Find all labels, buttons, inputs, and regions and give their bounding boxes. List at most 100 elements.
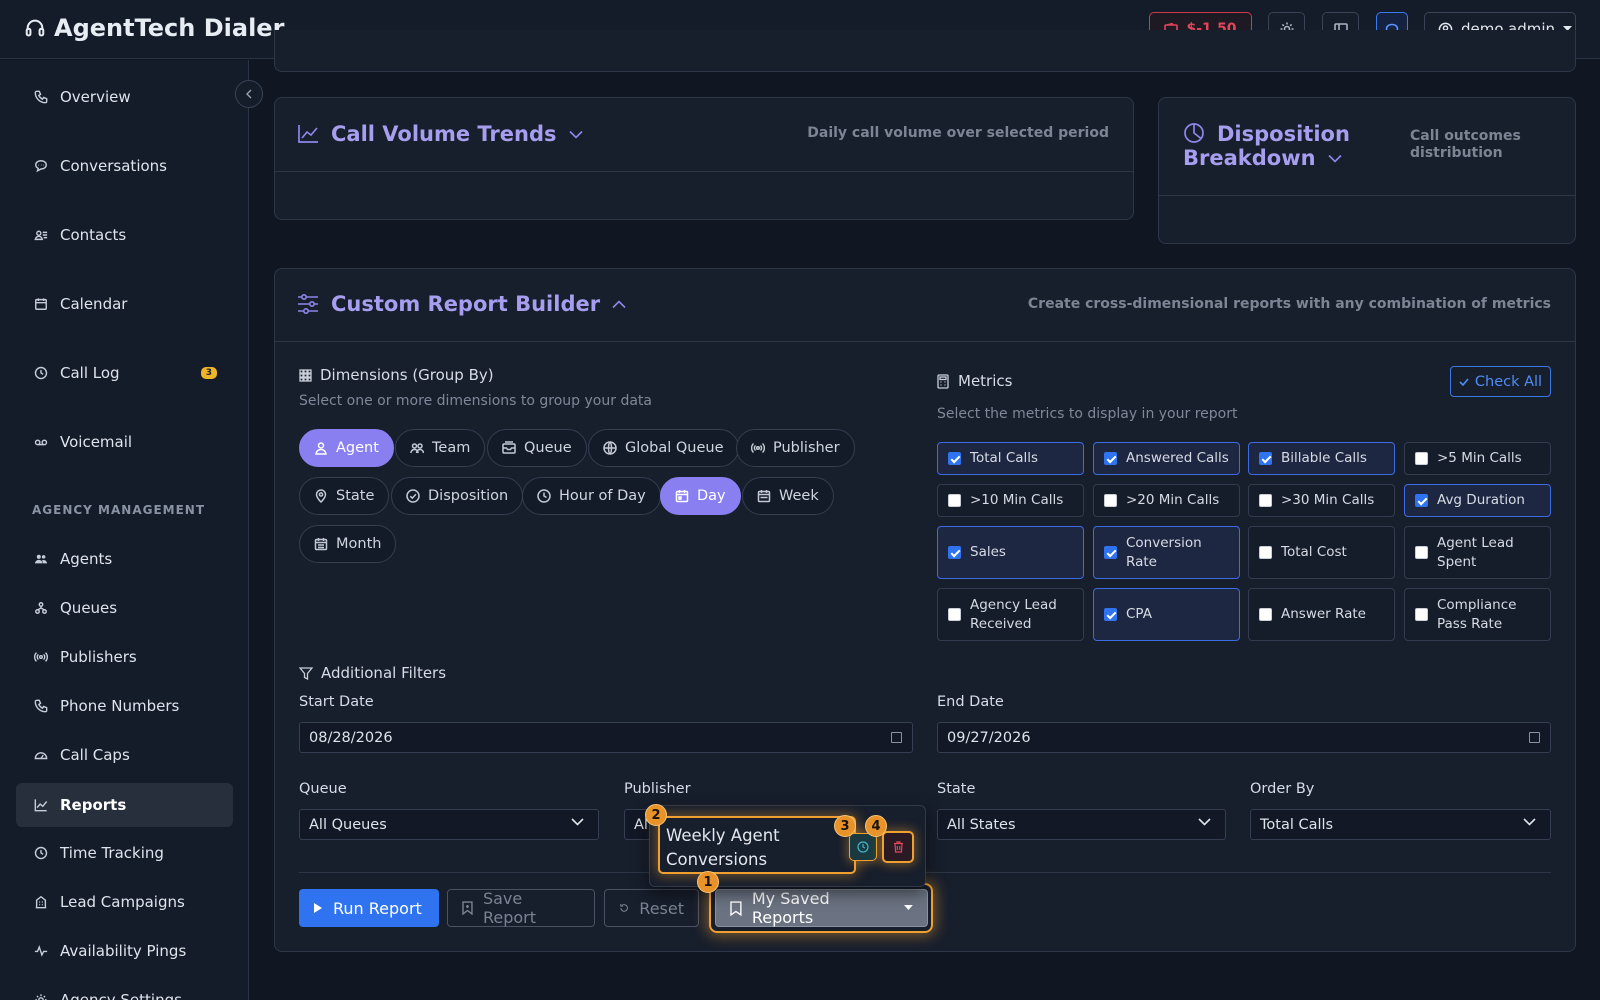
calendar-icon[interactable] [1529, 732, 1540, 743]
metric-option[interactable]: >5 Min Calls [1404, 442, 1551, 475]
sidebar-item-label: Time Tracking [60, 844, 164, 862]
metric-checkbox[interactable] [1415, 608, 1428, 621]
metric-option[interactable]: >20 Min Calls [1093, 484, 1240, 517]
dimension-chip-week[interactable]: Week [742, 477, 834, 515]
metric-checkbox[interactable] [1259, 608, 1272, 621]
reset-button[interactable]: Reset [604, 889, 699, 927]
chevron-down-icon[interactable] [1327, 154, 1342, 163]
dimension-chip-agent[interactable]: Agent [299, 429, 394, 467]
sidebar-item-calendar[interactable]: Calendar [16, 282, 233, 326]
metric-checkbox[interactable] [1104, 494, 1117, 507]
disposition-title[interactable]: Disposition Breakdown [1183, 122, 1383, 170]
sidebar-item-voicemail[interactable]: Voicemail [16, 420, 233, 464]
metric-option[interactable]: Total Calls [937, 442, 1084, 475]
metric-checkbox[interactable] [1104, 546, 1117, 559]
metric-checkbox[interactable] [1259, 494, 1272, 507]
sidebar-item-label: Overview [60, 88, 131, 106]
voicemail-icon [34, 439, 48, 446]
chip-label: Month [336, 536, 382, 552]
callout-1: 1 [697, 871, 719, 893]
brand[interactable]: AgentTech Dialer [24, 14, 284, 42]
sidebar-item-agents[interactable]: Agents [16, 537, 233, 581]
metric-option[interactable]: Agency Lead Received [937, 588, 1084, 641]
state-select[interactable]: All States [937, 809, 1226, 840]
metric-option[interactable]: CPA [1093, 588, 1240, 641]
sidebar-item-availability-pings[interactable]: Availability Pings [16, 929, 233, 973]
sidebar-item-agency-settings[interactable]: Agency Settings [16, 978, 233, 1000]
metric-option[interactable]: Avg Duration [1404, 484, 1551, 517]
metric-option[interactable]: Answer Rate [1248, 588, 1395, 641]
dimension-chip-disposition[interactable]: Disposition [391, 477, 524, 515]
disposition-subtitle: Call outcomes distribution [1410, 128, 1521, 162]
metric-checkbox[interactable] [948, 608, 961, 621]
chevron-down-icon[interactable] [568, 130, 583, 139]
metric-checkbox[interactable] [1415, 452, 1428, 465]
sidebar-item-conversations[interactable]: Conversations [16, 144, 233, 188]
disposition-title-line2: Breakdown [1183, 146, 1316, 170]
order-by-label: Order By [1250, 781, 1315, 797]
save-report-label: Save Report [482, 889, 536, 927]
save-report-button[interactable]: Save Report [447, 889, 595, 927]
delete-report-button[interactable] [882, 831, 914, 863]
sidebar-collapse-button[interactable] [235, 80, 263, 108]
chevron-up-icon[interactable] [612, 299, 626, 309]
filters-label-text: Additional Filters [321, 664, 447, 682]
metric-option[interactable]: Billable Calls [1248, 442, 1395, 475]
sidebar-item-reports[interactable]: Reports [16, 783, 233, 827]
saved-report-item[interactable]: Weekly Agent Conversions [658, 816, 856, 874]
dimension-chip-queue[interactable]: Queue [487, 429, 587, 467]
schedule-report-button[interactable] [849, 833, 877, 861]
my-saved-reports-button[interactable]: My Saved Reports [715, 889, 928, 927]
metric-option[interactable]: Conversion Rate [1093, 526, 1240, 579]
dimension-chip-global-queue[interactable]: Global Queue [588, 429, 739, 467]
run-report-button[interactable]: Run Report [299, 889, 439, 927]
sidebar-item-overview[interactable]: Overview [16, 75, 233, 119]
dimension-chip-team[interactable]: Team [395, 429, 486, 467]
metric-checkbox[interactable] [1415, 546, 1428, 559]
dimension-chip-day[interactable]: Day [660, 477, 741, 515]
metric-checkbox[interactable] [1104, 608, 1117, 621]
call-volume-header[interactable]: Call Volume Trends [297, 122, 583, 146]
end-date-input[interactable]: 09/27/2026 [937, 722, 1551, 753]
start-date-input[interactable]: 08/28/2026 [299, 722, 913, 753]
dimension-chip-state[interactable]: State [299, 477, 390, 515]
metric-checkbox[interactable] [948, 452, 961, 465]
metric-option[interactable]: >30 Min Calls [1248, 484, 1395, 517]
report-builder-header[interactable]: Custom Report Builder [297, 292, 626, 316]
start-date-value: 08/28/2026 [309, 729, 393, 746]
sidebar-item-phone-numbers[interactable]: Phone Numbers [16, 684, 233, 728]
check-all-button[interactable]: Check All [1450, 366, 1551, 397]
publisher-label: Publisher [624, 781, 691, 797]
metric-checkbox[interactable] [948, 546, 961, 559]
dimension-chip-hour-of-day[interactable]: Hour of Day [522, 477, 661, 515]
sidebar-item-lead-campaigns[interactable]: Lead Campaigns [16, 880, 233, 924]
metric-option[interactable]: Compliance Pass Rate [1404, 588, 1551, 641]
metric-option[interactable]: Sales [937, 526, 1084, 579]
metric-checkbox[interactable] [1259, 452, 1272, 465]
metric-checkbox[interactable] [1104, 452, 1117, 465]
order-by-select[interactable]: Total Calls [1250, 809, 1551, 840]
calendar-day-icon [675, 490, 689, 503]
metric-option[interactable]: Agent Lead Spent [1404, 526, 1551, 579]
sidebar-item-call-log[interactable]: Call Log 3 [16, 351, 233, 395]
metric-option[interactable]: >10 Min Calls [937, 484, 1084, 517]
sidebar-item-call-caps[interactable]: Call Caps [16, 733, 233, 777]
sidebar-item-queues[interactable]: Queues [16, 586, 233, 630]
metric-option[interactable]: Total Cost [1248, 526, 1395, 579]
sidebar-item-time-tracking[interactable]: Time Tracking [16, 831, 233, 875]
calendar-icon[interactable] [891, 732, 902, 743]
metric-checkbox[interactable] [948, 494, 961, 507]
metric-option[interactable]: Answered Calls [1093, 442, 1240, 475]
dimension-chip-month[interactable]: Month [299, 525, 397, 563]
team-icon [410, 443, 424, 454]
queue-select[interactable]: All Queues [299, 809, 599, 840]
metric-checkbox[interactable] [1415, 494, 1428, 507]
metric-checkbox[interactable] [1259, 546, 1272, 559]
inbox-icon [502, 441, 516, 454]
sidebar-item-publishers[interactable]: Publishers [16, 635, 233, 679]
dimension-chip-publisher[interactable]: Publisher [736, 429, 855, 467]
dimensions-label-text: Dimensions (Group By) [320, 366, 494, 384]
sidebar-item-contacts[interactable]: Contacts [16, 213, 233, 257]
agency-management-heading: AGENCY MANAGEMENT [32, 503, 206, 517]
metric-label: Total Calls [970, 450, 1039, 467]
